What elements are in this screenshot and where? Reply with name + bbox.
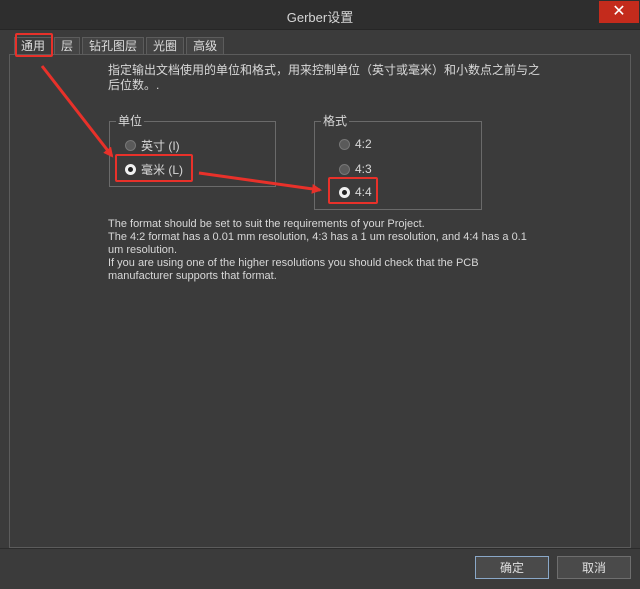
tab-apertures[interactable]: 光圈 [146, 37, 185, 55]
radio-icon [125, 139, 136, 151]
format-4-4-label: 4:4 [355, 185, 372, 199]
tab-bar: 通用 层 钻孔图层 光圈 高级 [14, 37, 226, 55]
tab-advanced[interactable]: 高级 [186, 37, 225, 55]
units-mm-label: 毫米 (L) [141, 162, 184, 177]
units-legend: 单位 [116, 114, 145, 128]
radio-checked-icon [339, 186, 350, 198]
close-icon: ✕ [612, 3, 626, 20]
format-4-3-radio[interactable]: 4:3 [339, 161, 372, 177]
format-legend: 格式 [321, 114, 350, 128]
units-inch-radio[interactable]: 英寸 (I) [125, 137, 180, 153]
footer-separator [0, 548, 640, 549]
tab-drill-drawing[interactable]: 钻孔图层 [82, 37, 145, 55]
cancel-button[interactable]: 取消 [557, 556, 631, 579]
units-group: 单位 [109, 114, 276, 187]
units-mm-radio[interactable]: 毫米 (L) [125, 161, 183, 177]
window-title: Gerber设置 [286, 10, 354, 25]
title-bar: Gerber设置 ✕ [0, 0, 640, 30]
info-line-3: If you are using one of the higher resol… [108, 257, 479, 282]
format-4-4-radio[interactable]: 4:4 [339, 184, 372, 200]
format-4-3-label: 4:3 [355, 162, 372, 176]
format-info-text: The format should be set to suit the req… [108, 218, 528, 283]
radio-icon [339, 163, 350, 175]
units-inch-label: 英寸 (I) [141, 138, 180, 153]
tab-general[interactable]: 通用 [14, 37, 53, 55]
format-4-2-radio[interactable]: 4:2 [339, 136, 372, 152]
format-4-2-label: 4:2 [355, 137, 372, 151]
close-button[interactable]: ✕ [599, 1, 639, 23]
info-line-1: The format should be set to suit the req… [108, 218, 425, 230]
radio-icon [339, 138, 350, 150]
tab-layers[interactable]: 层 [54, 37, 81, 55]
ok-button[interactable]: 确定 [475, 556, 549, 579]
description-text: 指定输出文档使用的单位和格式，用来控制单位（英寸或毫米）和小数点之前与之后位数。… [108, 63, 541, 92]
radio-checked-icon [125, 163, 136, 175]
info-line-2: The 4:2 format has a 0.01 mm resolution,… [108, 231, 527, 256]
